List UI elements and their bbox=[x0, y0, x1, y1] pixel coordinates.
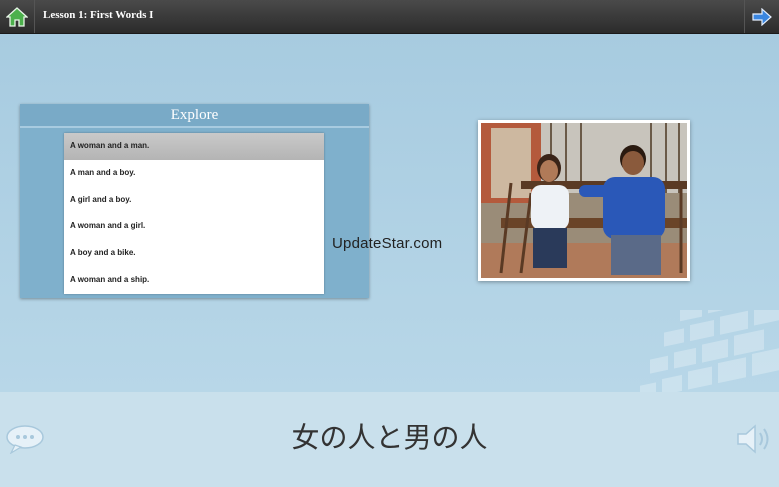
phrase-list: A woman and a man. A man and a boy. A gi… bbox=[64, 133, 324, 294]
phrase-item[interactable]: A boy and a bike. bbox=[64, 240, 324, 267]
phrase-item[interactable]: A girl and a boy. bbox=[64, 187, 324, 214]
arrow-right-icon bbox=[752, 7, 772, 26]
phrase-item[interactable]: A woman and a ship. bbox=[64, 267, 324, 294]
next-button[interactable] bbox=[744, 0, 779, 33]
phrase-item[interactable]: A man and a boy. bbox=[64, 160, 324, 187]
home-button[interactable] bbox=[0, 0, 35, 33]
phrase-item[interactable]: A woman and a man. bbox=[64, 133, 324, 160]
lesson-photo bbox=[478, 120, 690, 281]
watermark-text: UpdateStar.com bbox=[332, 235, 443, 252]
explore-title: Explore bbox=[20, 104, 369, 128]
explore-panel: Explore A woman and a man. A man and a b… bbox=[20, 104, 369, 298]
lesson-title: Lesson 1: First Words I bbox=[43, 9, 154, 21]
top-bar: Lesson 1: First Words I bbox=[0, 0, 779, 34]
bottom-bar: 女の人と男の人 bbox=[0, 392, 779, 487]
japanese-phrase: 女の人と男の人 bbox=[291, 421, 488, 454]
home-icon bbox=[6, 6, 28, 27]
speaker-icon bbox=[737, 424, 769, 454]
speaker-button[interactable] bbox=[735, 422, 775, 461]
phrase-item[interactable]: A woman and a girl. bbox=[64, 213, 324, 240]
